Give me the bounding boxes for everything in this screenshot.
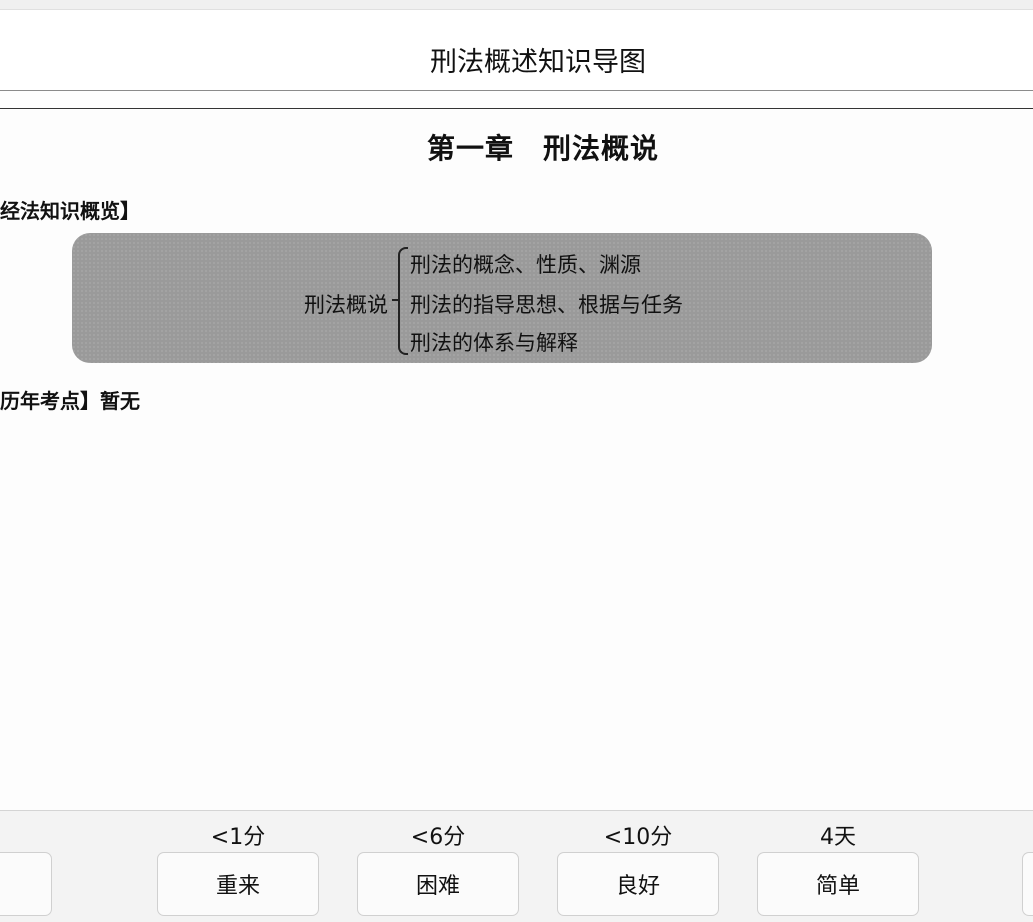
left-edge-button[interactable] [0, 852, 52, 916]
mindmap-item: 刑法的体系与解释 [410, 331, 578, 355]
easy-button[interactable]: 简单 [757, 852, 919, 916]
right-edge-button[interactable] [1022, 852, 1033, 916]
mindmap-item: 刑法的指导思想、根据与任务 [410, 293, 683, 317]
interval-good: <10分 [603, 825, 673, 850]
good-button[interactable]: 良好 [557, 852, 719, 916]
page-rule [0, 108, 1033, 109]
card-title-bar: 刑法概述知识导图 [0, 10, 1033, 91]
interval-hard: <6分 [410, 825, 466, 850]
scanned-page-image: 第一章 刑法概说 经法知识概览】 刑法概说 刑法的概念、性质、渊源 刑法的指导思… [0, 91, 1033, 811]
mindmap-box: 刑法概说 刑法的概念、性质、渊源 刑法的指导思想、根据与任务 刑法的体系与解释 [72, 233, 932, 363]
mindmap-root: 刑法概说 [304, 293, 388, 317]
hard-button[interactable]: 困难 [357, 852, 519, 916]
card-title: 刑法概述知识导图 [430, 47, 646, 78]
window-top-strip [0, 0, 1033, 10]
exam-points-heading: 历年考点】暂无 [0, 389, 140, 413]
again-button[interactable]: 重来 [157, 852, 319, 916]
mindmap-brace [392, 247, 408, 355]
overview-heading: 经法知识概览】 [0, 199, 140, 223]
mindmap-item: 刑法的概念、性质、渊源 [410, 253, 641, 277]
chapter-heading: 第一章 刑法概说 [426, 132, 659, 165]
interval-again: <1分 [210, 825, 266, 850]
answer-bar: <1分 重来 <6分 困难 <10分 良好 4天 简单 [0, 810, 1033, 922]
interval-easy: 4天 [820, 825, 856, 850]
